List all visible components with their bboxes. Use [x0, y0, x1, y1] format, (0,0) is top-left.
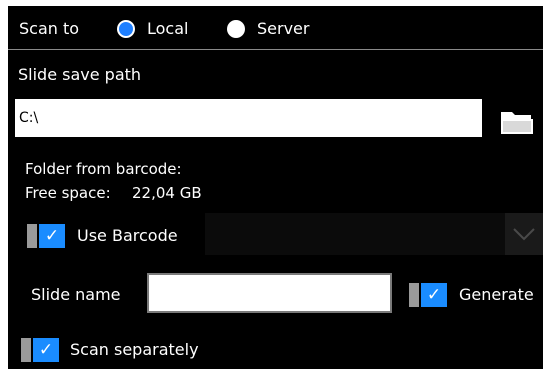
radio-server-label: Server — [257, 19, 310, 38]
scan-to-label: Scan to — [19, 19, 80, 38]
barcode-dropdown[interactable] — [205, 213, 543, 255]
radio-local-indicator[interactable] — [117, 20, 135, 38]
slide-name-input[interactable] — [147, 273, 392, 313]
folder-icon[interactable] — [500, 109, 534, 135]
check-icon: ✓ — [39, 224, 65, 248]
scan-settings-panel: Scan to Local Server Slide save path Fol… — [8, 6, 543, 369]
generate-label: Generate — [459, 285, 534, 304]
slide-save-path-input[interactable] — [15, 99, 482, 137]
folder-from-barcode-label: Folder from barcode: — [25, 160, 182, 178]
checkbox-grip — [409, 283, 419, 307]
radio-local[interactable]: Local — [117, 17, 197, 41]
slide-name-label: Slide name — [31, 285, 121, 304]
chevron-down-icon — [513, 228, 535, 241]
check-icon: ✓ — [33, 338, 59, 362]
checkbox-grip — [21, 338, 31, 362]
barcode-dropdown-button[interactable] — [505, 213, 543, 255]
use-barcode-label: Use Barcode — [77, 226, 178, 245]
radio-local-label: Local — [147, 19, 189, 38]
free-space-label: Free space: — [25, 184, 111, 202]
use-barcode-checkbox[interactable]: ✓ — [27, 224, 65, 248]
scan-separately-checkbox[interactable]: ✓ — [21, 338, 59, 362]
divider — [8, 49, 543, 50]
slide-save-path-label: Slide save path — [18, 65, 142, 84]
scan-separately-label: Scan separately — [70, 340, 199, 359]
radio-server[interactable]: Server — [227, 17, 317, 41]
check-icon: ✓ — [421, 283, 447, 307]
generate-checkbox[interactable]: ✓ — [409, 283, 447, 307]
free-space-value: 22,04 GB — [132, 184, 202, 202]
checkbox-grip — [27, 224, 37, 248]
radio-server-indicator[interactable] — [227, 20, 245, 38]
